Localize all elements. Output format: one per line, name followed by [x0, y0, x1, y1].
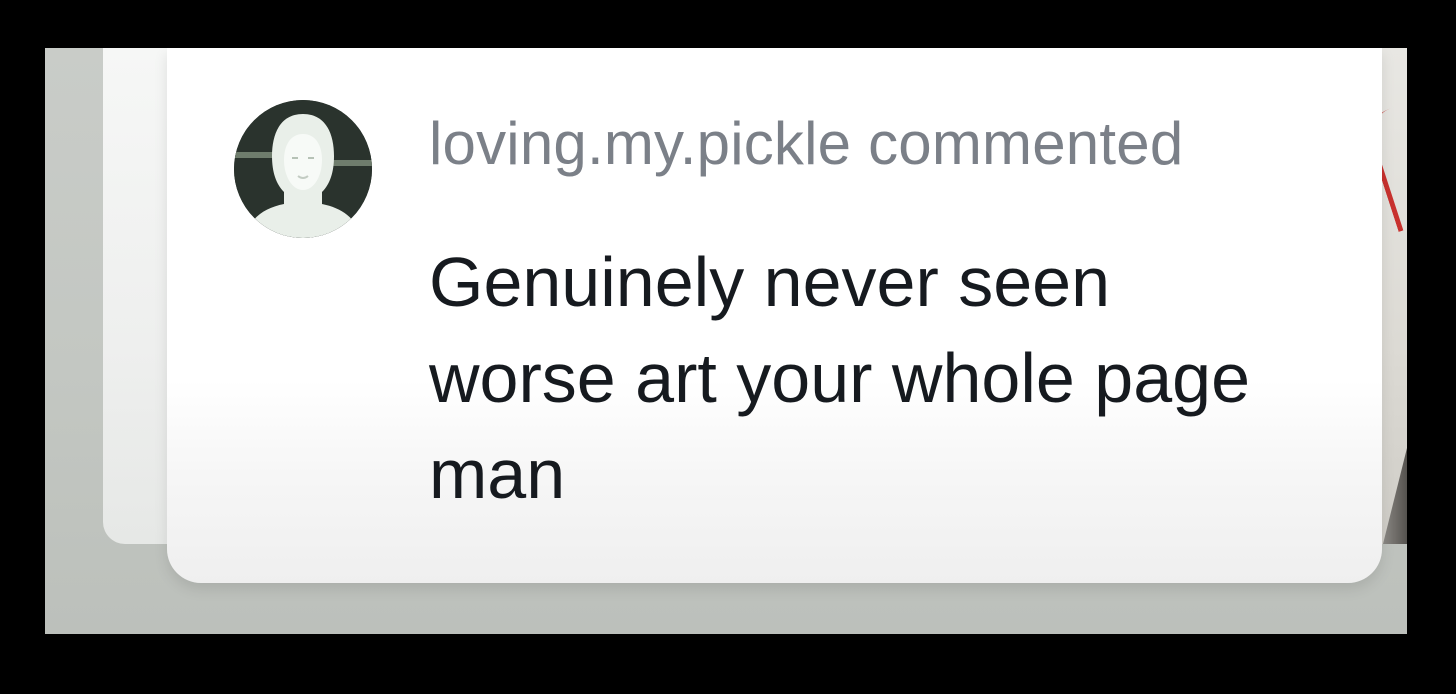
comment-body: Genuinely never seen worse art your whol…	[429, 243, 1250, 513]
comment-notification-card[interactable]: loving.my.pickle commented Genuinely nev…	[167, 48, 1382, 583]
screenshot-frame: loving.my.pickle commented Genuinely nev…	[45, 48, 1407, 634]
action-label: commented	[868, 110, 1184, 177]
user-avatar-icon[interactable]	[234, 100, 372, 238]
notification-header: loving.my.pickle commented	[429, 108, 1183, 180]
username-link[interactable]: loving.my.pickle	[429, 110, 851, 177]
